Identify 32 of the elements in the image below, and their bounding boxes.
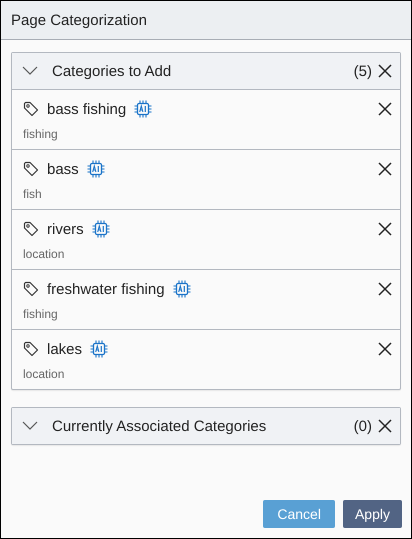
item-count: (0) [354,418,372,434]
remove-icon[interactable] [378,162,392,176]
chevron-icon [22,66,38,76]
close-icon[interactable] [378,64,392,78]
remove-icon[interactable] [378,222,392,236]
section-header[interactable]: Categories to Add (5) [12,53,400,89]
tag-icon [23,101,39,117]
category-name: bass fishing [47,100,126,118]
tag-icon [23,341,39,357]
tag-icon [23,161,39,177]
category-type: location [23,367,64,381]
remove-icon[interactable] [378,102,392,116]
section-title: Categories to Add [52,62,172,80]
category-name: freshwater fishing [47,280,165,298]
section-title: Currently Associated Categories [52,418,268,434]
category-type: fish [23,187,42,201]
category-type: fishing [23,307,58,321]
remove-icon[interactable] [378,342,392,356]
tag-icon [23,221,39,237]
tag-icon [23,281,39,297]
category-name: lakes [47,340,82,358]
window-title: Page Categorization [11,12,147,28]
item-count: (5) [354,62,372,80]
apply-button[interactable]: Apply [342,500,402,528]
category-name: bass [47,160,79,178]
section-header[interactable]: Currently Associated Categories (0) [12,408,400,444]
remove-icon[interactable] [378,282,392,296]
category-type: location [23,247,64,261]
close-icon[interactable] [378,419,392,433]
category-name: rivers [47,220,84,238]
chevron-icon [22,421,38,431]
category-type: fishing [23,127,58,141]
